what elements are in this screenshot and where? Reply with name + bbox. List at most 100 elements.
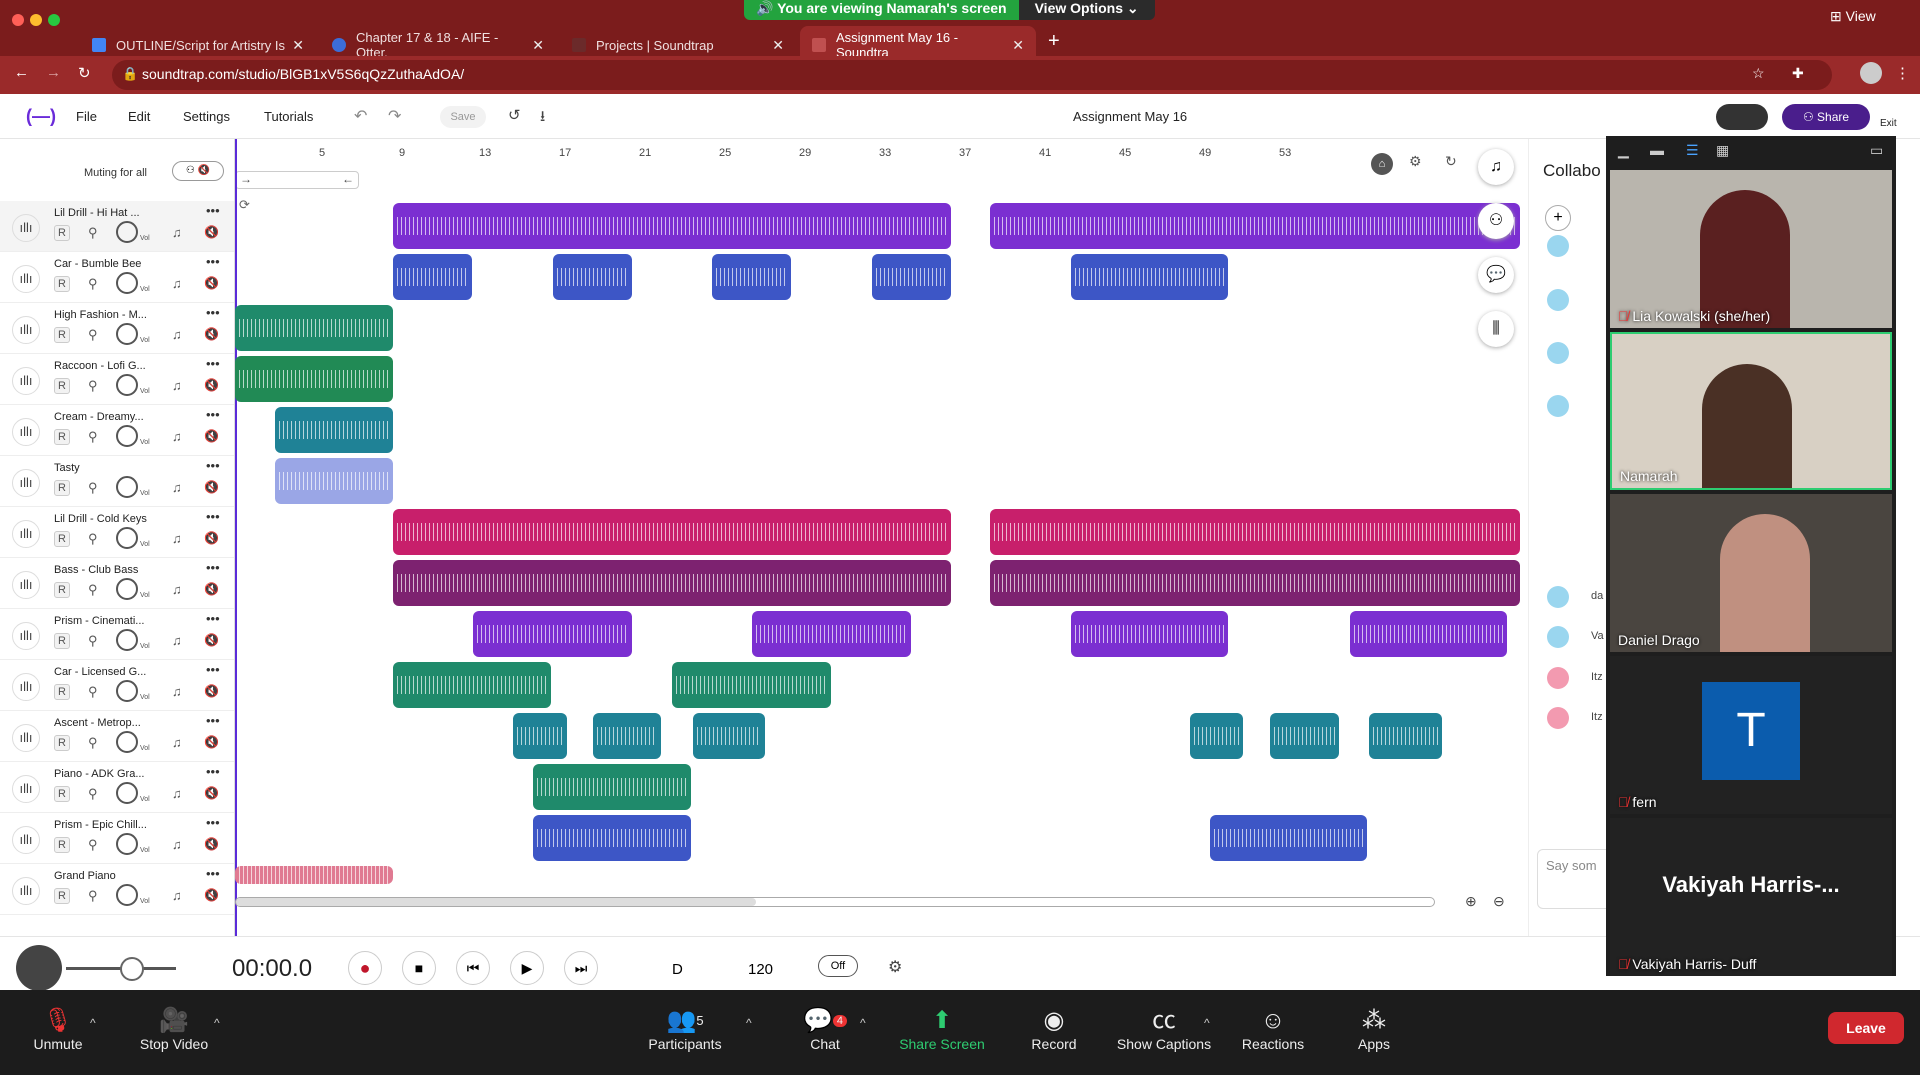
menu-settings[interactable]: Settings bbox=[183, 109, 230, 124]
audio-clip[interactable] bbox=[1190, 713, 1243, 759]
tempo-display[interactable]: 120 bbox=[748, 961, 773, 978]
reactions-button[interactable]: ☺ Reactions bbox=[1238, 1006, 1308, 1052]
track-header[interactable]: ıllı Raccoon - Lofi G... ••• R ⚲ Vol ♫ 🔇 bbox=[0, 354, 234, 405]
fx-icon[interactable]: ⚲ bbox=[88, 531, 98, 547]
record-arm-button[interactable]: R bbox=[54, 888, 70, 904]
track-menu-icon[interactable]: ••• bbox=[206, 254, 220, 269]
video-tile-lia[interactable]: 🎙̸ Lia Kowalski (she/her) bbox=[1610, 170, 1892, 328]
stop-button[interactable]: ■ bbox=[402, 951, 436, 985]
video-tile-fern[interactable]: T 🎙̸ fern bbox=[1610, 656, 1892, 814]
timeline[interactable]: 5 9 13 17 21 25 29 33 37 41 45 49 53 → ← ⟳ ⌂ ⚙ ↻ ⊕ ⊖ bbox=[235, 139, 1520, 979]
collaborator-avatar[interactable] bbox=[1547, 342, 1569, 364]
share-screen-button[interactable]: ⬆ Share Screen bbox=[894, 1006, 990, 1052]
audio-clip[interactable] bbox=[990, 203, 1520, 249]
add-collaborator-button[interactable]: + bbox=[1545, 205, 1571, 231]
fx-icon[interactable]: ⚲ bbox=[88, 684, 98, 700]
show-captions-button[interactable]: ㏄ Show Captions bbox=[1110, 1006, 1218, 1052]
mute-icon[interactable]: 🔇 bbox=[204, 378, 219, 392]
track-menu-icon[interactable]: ••• bbox=[206, 611, 220, 626]
speaker-view-icon[interactable]: ▬ bbox=[1650, 142, 1664, 158]
audio-clip[interactable] bbox=[473, 611, 632, 657]
pencil-icon[interactable] bbox=[16, 945, 62, 991]
fx-icon[interactable]: ⚲ bbox=[88, 837, 98, 853]
loop-region[interactable]: → ← bbox=[235, 171, 359, 189]
track-header[interactable]: ıllı High Fashion - M... ••• R ⚲ Vol ♫ 🔇 bbox=[0, 303, 234, 354]
zoom-out-icon[interactable]: ⊖ bbox=[1493, 893, 1505, 910]
fx-icon[interactable]: ⚲ bbox=[88, 327, 98, 343]
track-menu-icon[interactable]: ••• bbox=[206, 458, 220, 473]
audio-clip[interactable] bbox=[393, 254, 472, 300]
mute-icon[interactable]: 🔇 bbox=[204, 276, 219, 290]
track-header[interactable]: ıllı Grand Piano ••• R ⚲ Vol ♫ 🔇 bbox=[0, 864, 234, 915]
volume-knob[interactable] bbox=[116, 833, 138, 855]
theme-toggle[interactable] bbox=[1716, 104, 1768, 130]
audio-clip[interactable] bbox=[712, 254, 791, 300]
audio-clip[interactable] bbox=[693, 713, 765, 759]
horizontal-scrollbar[interactable] bbox=[235, 897, 1435, 907]
video-tile-vakiyah[interactable]: Vakiyah Harris-... 🎙̸ Vakiyah Harris- Du… bbox=[1610, 818, 1892, 976]
track-header[interactable]: ıllı Car - Bumble Bee ••• R ⚲ Vol ♫ 🔇 bbox=[0, 252, 234, 303]
collaborator-avatar[interactable] bbox=[1547, 707, 1569, 729]
fx-icon[interactable]: ⚲ bbox=[88, 480, 98, 496]
redo-icon[interactable]: ↷ bbox=[388, 106, 401, 126]
track-header[interactable]: ıllı Piano - ADK Gra... ••• R ⚲ Vol ♫ 🔇 bbox=[0, 762, 234, 813]
collaborator-avatar[interactable] bbox=[1547, 235, 1569, 257]
headphones-icon[interactable]: ♫ bbox=[172, 429, 182, 444]
track-name[interactable]: Ascent - Metrop... bbox=[54, 717, 141, 729]
track-header[interactable]: ıllı Tasty ••• R ⚲ Vol ♫ 🔇 bbox=[0, 456, 234, 507]
apps-button[interactable]: ⁂ Apps bbox=[1350, 1006, 1398, 1052]
forward-icon[interactable]: → bbox=[46, 64, 61, 81]
mute-icon[interactable]: 🔇 bbox=[204, 225, 219, 239]
grid-view-icon[interactable]: ▦ bbox=[1716, 142, 1729, 159]
soundtrap-logo-icon[interactable]: (—) bbox=[26, 106, 56, 127]
fx-icon[interactable]: ⚲ bbox=[88, 225, 98, 241]
zoom-view-menu[interactable]: ⊞ View bbox=[1830, 8, 1876, 25]
volume-knob[interactable] bbox=[116, 782, 138, 804]
key-display[interactable]: D bbox=[672, 961, 683, 978]
waveform-icon[interactable]: ıllı bbox=[12, 520, 40, 548]
chevron-up-icon[interactable]: ^ bbox=[1204, 1016, 1210, 1030]
leave-button[interactable]: Leave bbox=[1828, 1012, 1904, 1044]
mute-for-all-toggle[interactable]: ⚇ 🔇 bbox=[172, 161, 224, 181]
record-arm-button[interactable]: R bbox=[54, 480, 70, 496]
audio-clip[interactable] bbox=[872, 254, 951, 300]
play-button[interactable]: ▶ bbox=[510, 951, 544, 985]
fx-icon[interactable]: ⚲ bbox=[88, 735, 98, 751]
participants-button[interactable]: 👥5 Participants bbox=[640, 1006, 730, 1052]
loop-icon[interactable]: ⟳ bbox=[239, 197, 250, 213]
popout-icon[interactable]: ▭ bbox=[1870, 142, 1883, 159]
audio-clip[interactable] bbox=[235, 305, 393, 351]
track-name[interactable]: Tasty bbox=[54, 462, 80, 474]
track-name[interactable]: Prism - Cinemati... bbox=[54, 615, 144, 627]
strip-view-icon[interactable]: ☰ bbox=[1686, 142, 1699, 159]
track-menu-icon[interactable]: ••• bbox=[206, 356, 220, 371]
mute-icon[interactable]: 🔇 bbox=[204, 633, 219, 647]
track-header[interactable]: ıllı Lil Drill - Cold Keys ••• R ⚲ Vol ♫ 🔇 bbox=[0, 507, 234, 558]
track-name[interactable]: Car - Bumble Bee bbox=[54, 258, 141, 270]
headphones-icon[interactable]: ♫ bbox=[172, 837, 182, 852]
track-menu-icon[interactable]: ••• bbox=[206, 764, 220, 779]
volume-knob[interactable] bbox=[116, 731, 138, 753]
fx-icon[interactable]: ⚲ bbox=[88, 582, 98, 598]
track-menu-icon[interactable]: ••• bbox=[206, 560, 220, 575]
exit-button[interactable]: Exit bbox=[1880, 118, 1897, 129]
track-name[interactable]: Piano - ADK Gra... bbox=[54, 768, 144, 780]
menu-tutorials[interactable]: Tutorials bbox=[264, 109, 313, 124]
waveform-icon[interactable]: ıllı bbox=[12, 469, 40, 497]
mute-icon[interactable]: 🔇 bbox=[204, 429, 219, 443]
audio-clip[interactable] bbox=[990, 509, 1520, 555]
volume-knob[interactable] bbox=[116, 884, 138, 906]
headphones-icon[interactable]: ♫ bbox=[172, 735, 182, 750]
track-menu-icon[interactable]: ••• bbox=[206, 509, 220, 524]
headphones-icon[interactable]: ♫ bbox=[172, 684, 182, 699]
share-button[interactable]: ⚇ Share bbox=[1782, 104, 1870, 130]
metronome-icon[interactable]: ⌂ bbox=[1371, 153, 1393, 175]
fx-icon[interactable]: ⚲ bbox=[88, 429, 98, 445]
view-options-button[interactable]: View Options ⌄ bbox=[1018, 0, 1155, 20]
waveform-icon[interactable]: ıllı bbox=[12, 826, 40, 854]
record-button[interactable]: ● bbox=[348, 951, 382, 985]
menu-edit[interactable]: Edit bbox=[128, 109, 150, 124]
new-tab-icon[interactable]: + bbox=[1048, 30, 1060, 53]
record-arm-button[interactable]: R bbox=[54, 225, 70, 241]
volume-knob[interactable] bbox=[116, 629, 138, 651]
